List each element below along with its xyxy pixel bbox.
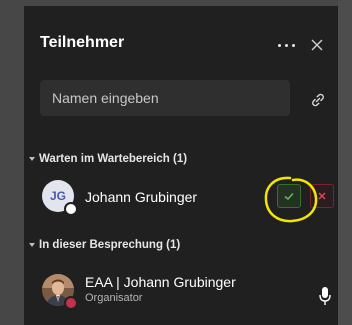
participant-name: Johann Grubinger xyxy=(85,189,198,205)
close-button[interactable] xyxy=(308,36,326,54)
lobby-section-label: Warten im Wartebereich (1) xyxy=(39,153,188,165)
participant-role: Organisator xyxy=(85,292,143,304)
close-icon xyxy=(311,39,323,51)
more-dots-icon xyxy=(292,44,295,47)
link-icon xyxy=(312,93,324,107)
participant-name: EAA | Johann Grubinger xyxy=(85,274,236,290)
panel-title: Teilnehmer xyxy=(40,34,125,51)
search-input[interactable] xyxy=(40,80,290,116)
microphone-icon xyxy=(319,287,331,305)
share-invite-button[interactable] xyxy=(308,90,328,110)
status-badge xyxy=(64,296,78,310)
chevron-down-icon xyxy=(29,157,35,161)
microphone-button[interactable] xyxy=(318,286,332,306)
participants-panel: Teilnehmer Warten im Wartebereich (1) JG… xyxy=(24,6,338,325)
more-dots-icon xyxy=(278,44,281,47)
highlight-annotation xyxy=(264,176,318,223)
status-badge xyxy=(64,202,78,216)
more-dots-icon xyxy=(285,44,288,47)
window-edge-left xyxy=(0,0,24,325)
window-edge-right xyxy=(338,0,352,325)
meeting-section-header[interactable]: In dieser Besprechung (1) xyxy=(24,238,338,258)
more-options-button[interactable] xyxy=(276,39,298,53)
lobby-section-header[interactable]: Warten im Wartebereich (1) xyxy=(24,152,338,172)
meeting-section-label: In dieser Besprechung (1) xyxy=(39,239,181,251)
chevron-down-icon xyxy=(29,243,35,247)
